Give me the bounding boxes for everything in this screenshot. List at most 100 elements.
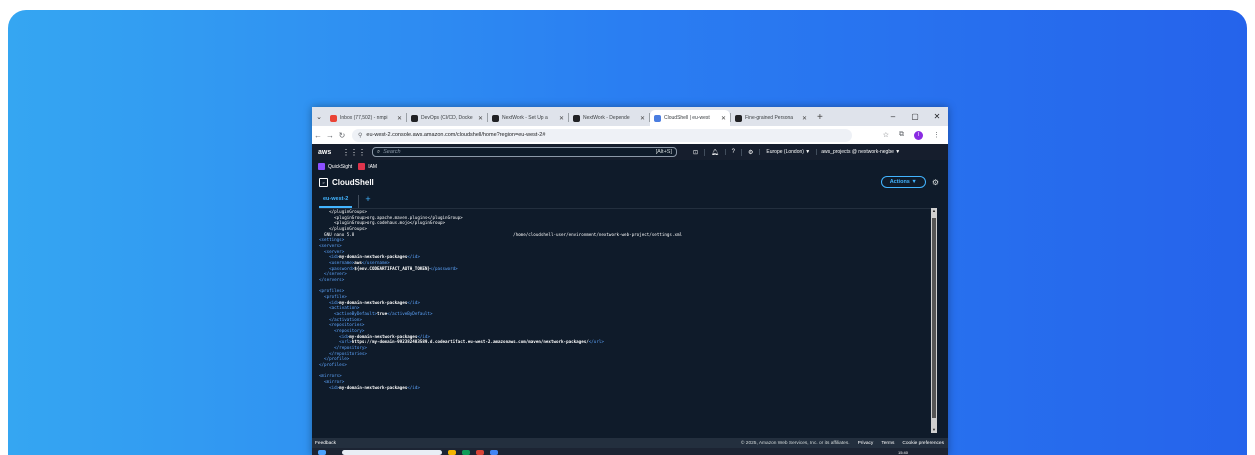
- tab-favicon-icon: [330, 114, 337, 122]
- scroll-up-icon[interactable]: ▲: [931, 208, 937, 214]
- close-tab-icon[interactable]: ✕: [478, 115, 483, 122]
- bookmark-star-icon[interactable]: ☆: [883, 131, 889, 139]
- account-menu[interactable]: aws_projects @ nextwork-negbe ▼: [816, 149, 904, 155]
- add-tab-button[interactable]: +: [358, 195, 371, 208]
- terminal-text: </id>: [407, 299, 420, 305]
- search-placeholder: Search: [383, 149, 401, 155]
- quicksight-icon: [318, 163, 325, 170]
- taskbar-search[interactable]: [342, 449, 442, 455]
- terminal-text: <repository>: [319, 328, 365, 334]
- close-tab-icon[interactable]: ✕: [397, 115, 402, 122]
- close-tab-icon[interactable]: ✕: [721, 115, 726, 122]
- notifications-bell-icon[interactable]: 🔔︎: [704, 148, 725, 156]
- privacy-link[interactable]: Privacy: [858, 441, 874, 446]
- services-menu-icon[interactable]: ⋮⋮⋮: [342, 148, 366, 157]
- terminal-text: true: [377, 311, 388, 317]
- terminal-text: </servers>: [319, 277, 345, 283]
- new-tab-button[interactable]: +: [811, 110, 829, 126]
- taskbar-app-icon[interactable]: [448, 449, 456, 455]
- background-frame: ⌄ Inbox (77,502) - nmpi ✕ DevOps (CI/CD, D…: [8, 10, 1247, 455]
- terminal-text: </id>: [407, 254, 420, 260]
- cloudshell-tabs: eu-west-2 +: [312, 191, 948, 208]
- tab-title: Inbox (77,502) - nmpi: [340, 115, 388, 121]
- cloudshell-icon[interactable]: ⊡: [687, 149, 704, 156]
- scrollbar-thumb[interactable]: [932, 218, 936, 418]
- close-tab-icon[interactable]: ✕: [640, 115, 645, 122]
- terminal-text: <server>: [319, 248, 345, 254]
- terminal-text: GNU nano 5.8 /home/cloudshell-user/envir…: [319, 231, 683, 237]
- browser-tab[interactable]: NextWork - Depende ✕: [569, 110, 649, 126]
- terms-link[interactable]: Terms: [881, 441, 894, 446]
- maximize-button[interactable]: ▢: [904, 112, 926, 121]
- close-tab-icon[interactable]: ✕: [559, 115, 564, 122]
- terminal-text: </pluginGroups>: [319, 209, 367, 214]
- tab-favicon-icon: [735, 114, 742, 122]
- tab-favicon-icon: [573, 114, 580, 122]
- terminal-text: <servers>: [319, 243, 342, 249]
- region-selector[interactable]: Europe (London) ▼: [759, 149, 816, 155]
- tab-eu-west-2[interactable]: eu-west-2: [319, 196, 353, 208]
- browser-tab[interactable]: DevOps (CI/CD, Docke ✕: [407, 110, 487, 126]
- terminal-scrollbar[interactable]: ▲ ▼: [931, 208, 937, 433]
- url-field[interactable]: ⚲ eu-west-2.console.aws.amazon.com/cloud…: [352, 128, 852, 142]
- tab-search-icon[interactable]: ⌄: [312, 107, 326, 126]
- taskbar-app-icon[interactable]: [476, 449, 484, 455]
- scroll-down-icon[interactable]: ▼: [931, 427, 937, 433]
- search-icon: ⌕: [377, 148, 381, 155]
- taskbar-app-icon[interactable]: [490, 449, 498, 455]
- page-title: CloudShell: [332, 177, 374, 187]
- terminal-text: </repository>: [319, 345, 367, 351]
- profile-avatar[interactable]: I: [914, 130, 923, 140]
- extensions-icon[interactable]: ⧉: [899, 131, 904, 139]
- help-icon[interactable]: ?: [724, 149, 741, 155]
- browser-window: ⌄ Inbox (77,502) - nmpi ✕ DevOps (CI/CD, D…: [312, 107, 948, 455]
- settings-gear-icon[interactable]: ⚙: [741, 148, 759, 156]
- cloudshell-header: > CloudShell Actions ▼ ⚙: [312, 173, 948, 191]
- aws-logo[interactable]: aws: [318, 149, 336, 156]
- favorite-label: QuickSight: [328, 163, 353, 170]
- browser-tab[interactable]: Fine-grained Persona ✕: [731, 110, 811, 126]
- browser-tab[interactable]: NextWork - Set Up a ✕: [488, 110, 568, 126]
- terminal-text: <mirrors>: [319, 373, 342, 379]
- terminal-text: <username>: [319, 260, 355, 266]
- close-tab-icon[interactable]: ✕: [802, 115, 807, 122]
- minimize-button[interactable]: –: [882, 112, 904, 121]
- terminal-text: </pluginGroups>: [319, 226, 367, 232]
- address-bar-row: ← → ↻ ⚲ eu-west-2.console.aws.amazon.com…: [312, 126, 948, 144]
- feedback-link[interactable]: Feedback: [315, 441, 336, 446]
- cloudshell-settings-icon[interactable]: ⚙: [932, 178, 939, 187]
- terminal-text: aws: [354, 260, 362, 266]
- browser-menu-icon[interactable]: ⋮: [933, 131, 940, 139]
- back-icon[interactable]: ←: [312, 131, 324, 140]
- start-icon[interactable]: [318, 449, 326, 455]
- terminal-text: my-domain-nextwork-packages: [349, 333, 418, 339]
- terminal-text: </profile>: [319, 356, 350, 362]
- actions-button[interactable]: Actions ▼: [880, 176, 926, 188]
- terminal-text: my-domain-nextwork-packages: [339, 254, 408, 260]
- reload-icon[interactable]: ↻: [336, 131, 348, 140]
- tab-title: CloudShell | eu-west: [664, 115, 710, 121]
- terminal-text: </repositories>: [319, 350, 367, 356]
- cookie-preferences-link[interactable]: Cookie preferences: [902, 441, 944, 446]
- terminal-text: </url>: [588, 339, 604, 345]
- favorite-iam[interactable]: IAM: [358, 163, 377, 170]
- terminal-icon: >: [319, 177, 328, 187]
- terminal-text: https://my-domain-992382403589.d.codeart…: [351, 339, 589, 345]
- terminal-text: ${env.CODEARTIFACT_AUTH_TOKEN}: [354, 265, 430, 271]
- browser-tab[interactable]: CloudShell | eu-west ✕: [650, 110, 730, 126]
- tab-title: DevOps (CI/CD, Docke: [421, 115, 473, 121]
- close-window-button[interactable]: ✕: [926, 112, 948, 121]
- aws-search-input[interactable]: ⌕ Search [Alt+S]: [372, 147, 677, 157]
- site-settings-icon[interactable]: ⚲: [358, 132, 362, 139]
- terminal-text: </activeByDefault>: [387, 311, 433, 317]
- url-text: eu-west-2.console.aws.amazon.com/cloudsh…: [366, 132, 546, 138]
- forward-icon[interactable]: →: [324, 131, 336, 140]
- terminal-output[interactable]: </pluginGroups> <pluginGroup>org.apache.…: [319, 208, 931, 434]
- taskbar-app-icon[interactable]: [462, 449, 470, 455]
- favorite-quicksight[interactable]: QuickSight: [318, 163, 352, 170]
- terminal-text: </activation>: [319, 316, 362, 322]
- terminal-text: <profile>: [319, 294, 347, 300]
- terminal-text: <profiles>: [319, 288, 345, 294]
- browser-tab[interactable]: Inbox (77,502) - nmpi ✕: [326, 110, 406, 126]
- terminal-text: <mirror>: [319, 379, 345, 385]
